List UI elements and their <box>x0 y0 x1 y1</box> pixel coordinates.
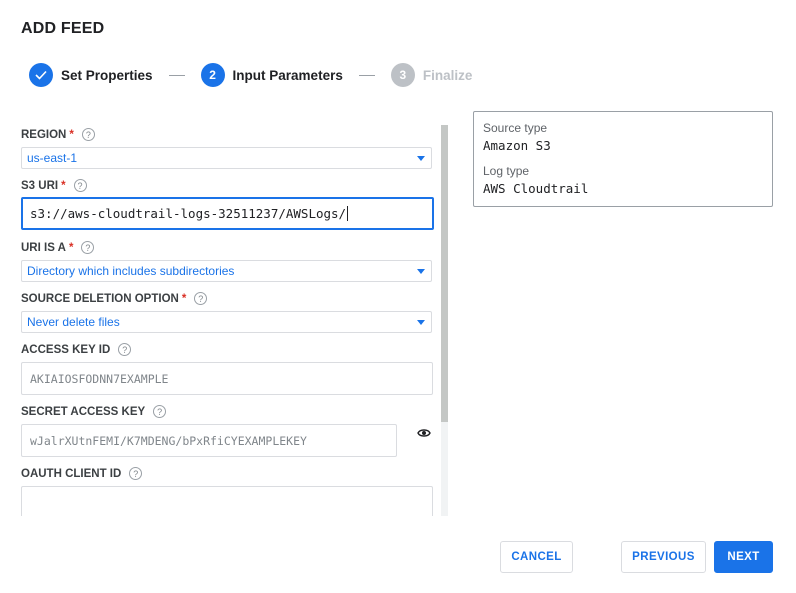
stepper: Set Properties 2 Input Parameters 3 Fina… <box>29 63 472 87</box>
eye-icon[interactable] <box>417 427 431 439</box>
step-3-label: Finalize <box>422 67 473 83</box>
step-set-properties: Set Properties <box>29 63 153 87</box>
help-icon[interactable]: ? <box>194 292 208 305</box>
access-key-id-input[interactable]: AKIAIOSFODNN7EXAMPLE <box>21 362 433 395</box>
parameters-form: REGION *? us-east-1 S3 URI *? s3://aws-clo… <box>21 125 451 516</box>
next-button[interactable]: NEXT <box>714 541 773 573</box>
step-separator <box>358 74 375 76</box>
secret-access-key-input[interactable]: wJalrXUtnFEMI/K7MDENG/bPxRfiCYEXAMPLEKEY <box>21 424 397 457</box>
log-type-label: Log type <box>483 164 530 178</box>
help-icon[interactable]: ? <box>118 343 132 356</box>
dialog-title: ADD FEED <box>21 20 105 37</box>
help-icon[interactable]: ? <box>153 405 167 418</box>
secret-access-key-label: SECRET ACCESS KEY? <box>21 405 167 418</box>
help-icon[interactable]: ? <box>129 467 143 480</box>
dropdown-caret-icon <box>417 156 425 161</box>
check-icon <box>35 70 47 80</box>
s3-uri-label: S3 URI *? <box>21 179 87 192</box>
step-3-indicator: 3 <box>390 63 415 87</box>
feed-summary-panel: Source type Amazon S3 Log type AWS Cloud… <box>473 111 773 207</box>
oauth-client-id-input[interactable] <box>21 486 433 516</box>
cancel-button[interactable]: CANCEL <box>500 541 573 573</box>
text-cursor <box>347 206 349 221</box>
log-type-value: AWS Cloudtrail <box>483 181 589 196</box>
s3-uri-input[interactable]: s3://aws-cloudtrail-logs-32511237/AWSLog… <box>21 197 434 230</box>
source-type-label: Source type <box>483 121 548 135</box>
dropdown-caret-icon <box>417 269 425 274</box>
step-input-parameters: 2 Input Parameters <box>200 63 343 87</box>
dropdown-caret-icon <box>417 320 425 325</box>
step-2-indicator: 2 <box>200 63 225 87</box>
help-icon[interactable]: ? <box>81 128 95 141</box>
region-label: REGION *? <box>21 128 95 141</box>
previous-button[interactable]: PREVIOUS <box>621 541 706 573</box>
source-deletion-label: SOURCE DELETION OPTION *? <box>21 292 208 305</box>
step-finalize: 3 Finalize <box>390 63 473 87</box>
source-type-value: Amazon S3 <box>483 138 551 153</box>
help-icon[interactable]: ? <box>73 179 87 192</box>
uri-is-a-select[interactable]: Directory which includes subdirectories <box>21 260 432 282</box>
oauth-client-id-label: OAUTH CLIENT ID? <box>21 467 143 480</box>
source-deletion-select[interactable]: Never delete files <box>21 311 432 333</box>
form-scrollbar-thumb[interactable] <box>441 125 448 422</box>
help-icon[interactable]: ? <box>81 241 95 254</box>
region-select[interactable]: us-east-1 <box>21 147 432 169</box>
step-2-label: Input Parameters <box>232 67 343 83</box>
step-1-label: Set Properties <box>61 67 153 83</box>
step-1-indicator <box>29 63 53 87</box>
uri-is-a-label: URI IS A *? <box>21 241 95 254</box>
access-key-id-label: ACCESS KEY ID? <box>21 343 132 356</box>
step-separator <box>168 74 185 76</box>
